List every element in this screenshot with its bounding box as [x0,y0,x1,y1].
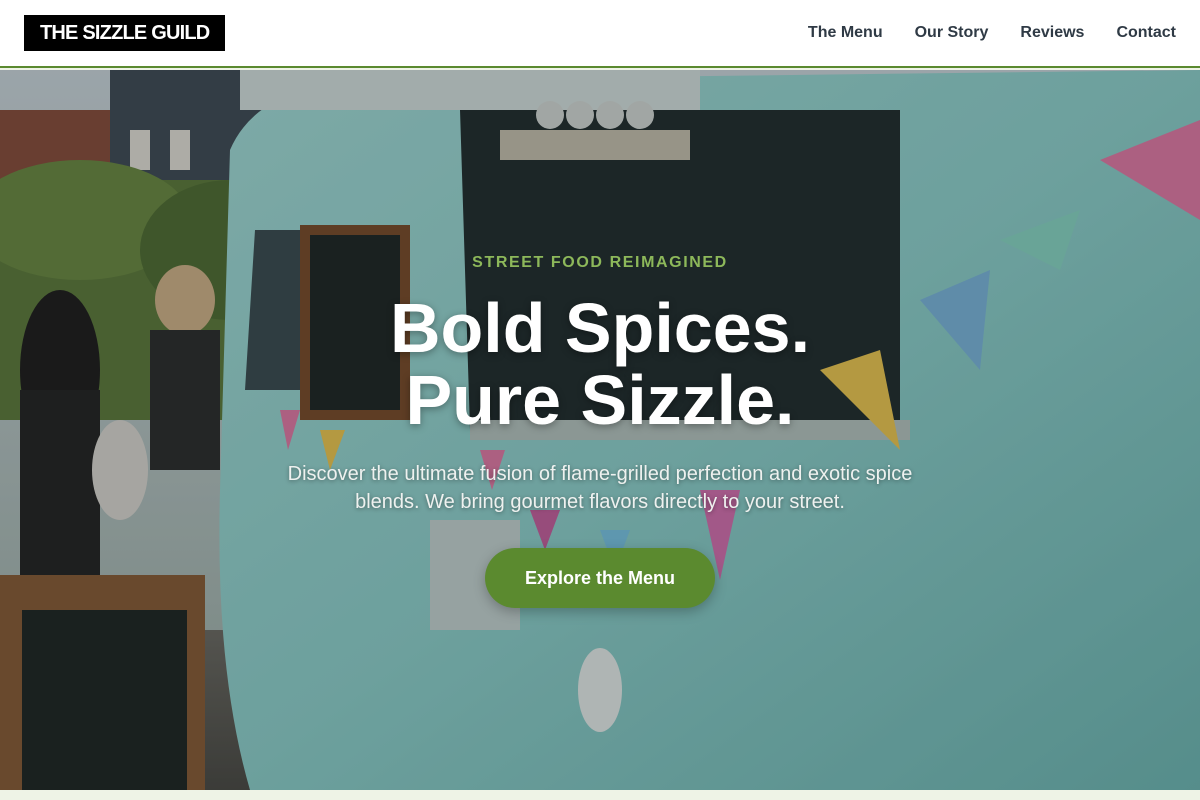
site-logo[interactable]: THE SIZZLE GUILD [24,15,226,51]
hero-headline: Bold Spices. Pure Sizzle. [0,292,1200,436]
nav-link-menu[interactable]: The Menu [808,24,883,42]
hero-eyebrow: STREET FOOD REIMAGINED [472,254,728,271]
nav-link-reviews[interactable]: Reviews [1020,24,1084,42]
hero-subtext: Discover the ultimate fusion of flame-gr… [287,463,913,513]
explore-menu-button[interactable]: Explore the Menu [485,548,715,608]
nav-link-contact[interactable]: Contact [1116,24,1176,42]
hero-section: STREET FOOD REIMAGINED Bold Spices. Pure… [0,70,1200,790]
hero-headline-line-1: Bold Spices. [389,289,811,367]
hero-content: STREET FOOD REIMAGINED Bold Spices. Pure… [0,70,1200,790]
nav-link-our-story[interactable]: Our Story [915,24,989,42]
site-header: THE SIZZLE GUILD The Menu Our Story Revi… [0,0,1200,68]
hero-headline-line-2: Pure Sizzle. [405,361,795,439]
main-nav: The Menu Our Story Reviews Contact [808,24,1176,42]
next-section-edge [0,790,1200,800]
